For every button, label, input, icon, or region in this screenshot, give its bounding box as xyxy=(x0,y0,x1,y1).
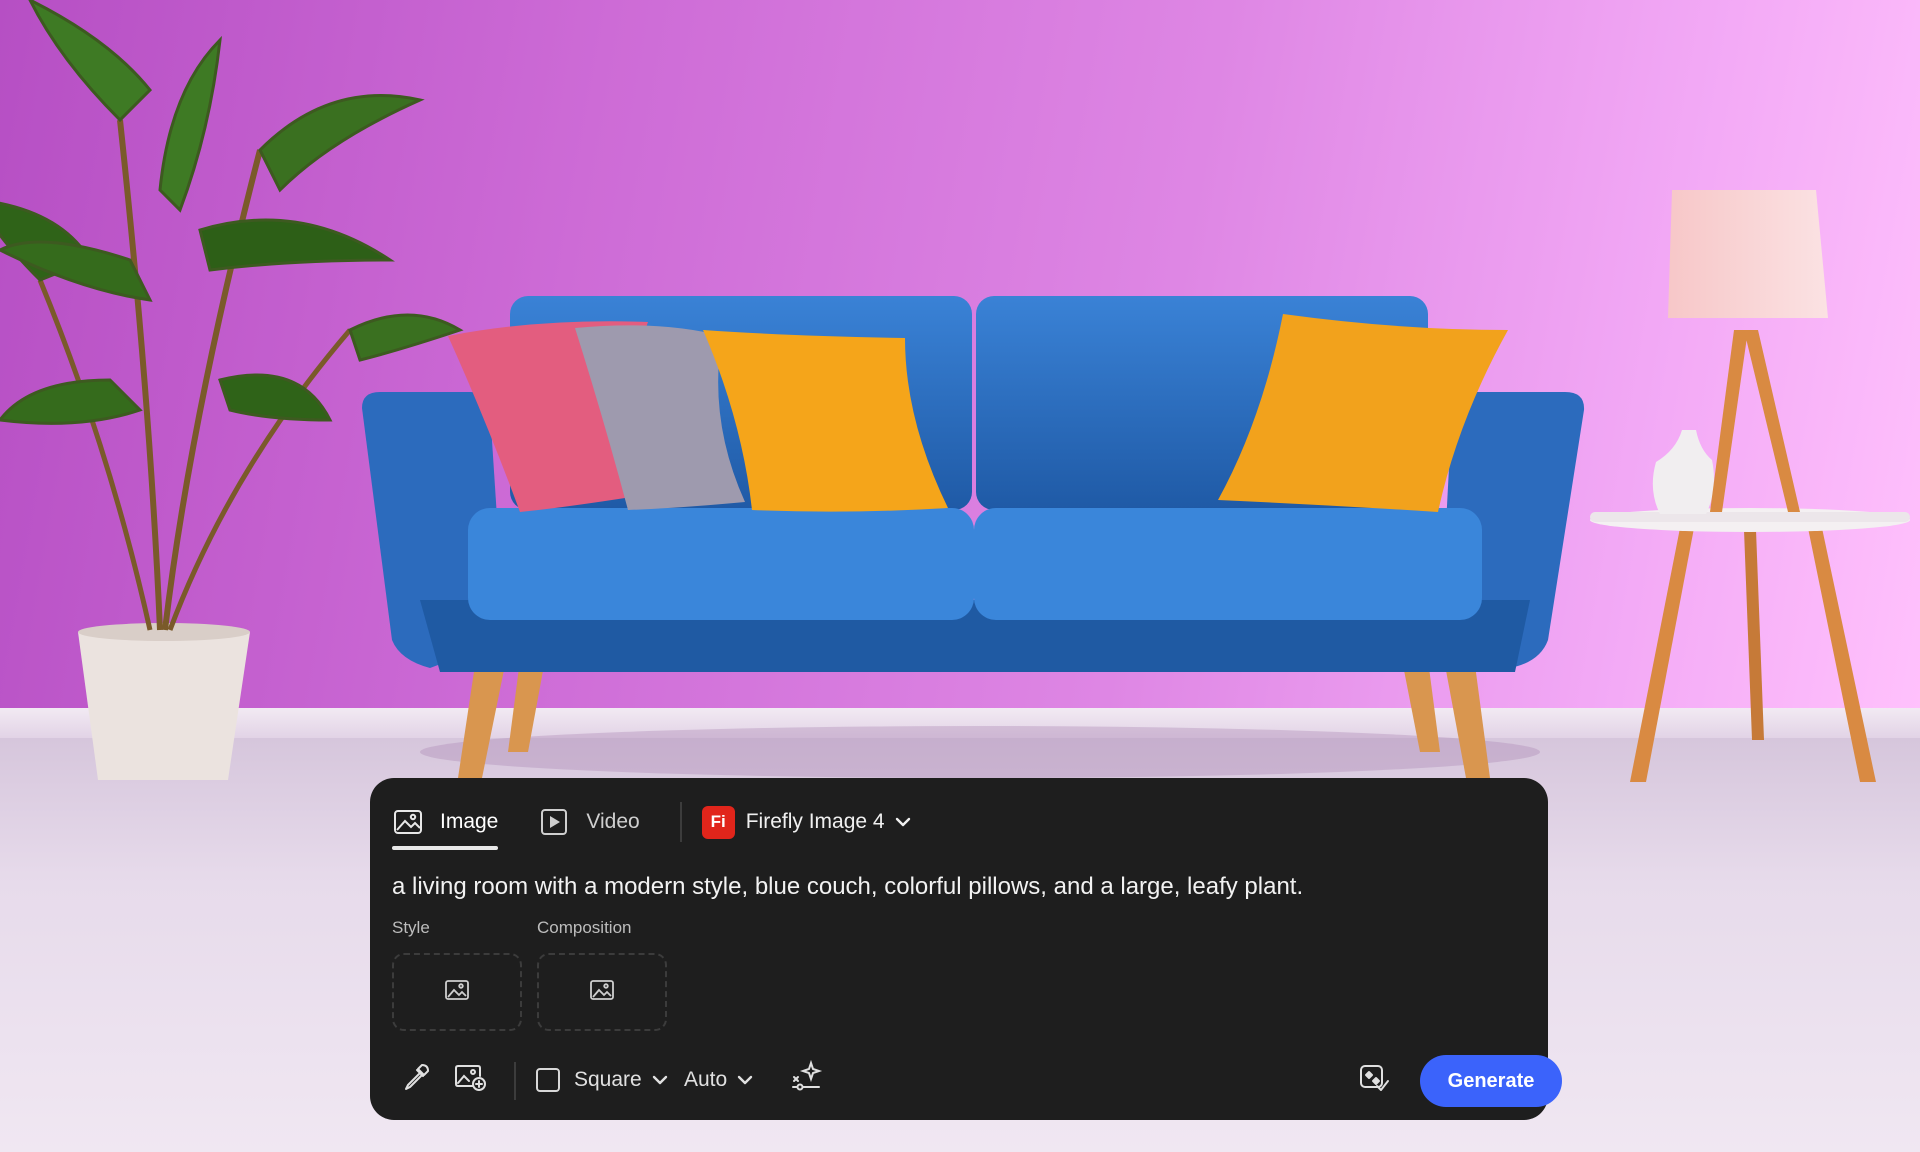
effects-button[interactable] xyxy=(786,1056,826,1104)
prompt-input[interactable]: a living room with a modern style, blue … xyxy=(392,870,1512,904)
generate-button[interactable]: Generate xyxy=(1420,1055,1562,1107)
toolbar-divider xyxy=(514,1062,516,1100)
chevron-down-icon xyxy=(650,1070,670,1090)
tab-image-label: Image xyxy=(440,810,499,833)
image-placeholder-icon xyxy=(589,979,615,1006)
content-credentials-button[interactable] xyxy=(1352,1056,1396,1104)
aspect-ratio-dropdown[interactable]: Square xyxy=(536,1056,670,1104)
style-auto-dropdown[interactable]: Auto xyxy=(684,1056,755,1104)
couch-shadow xyxy=(420,726,1540,778)
bottom-toolbar: Square Auto Generate xyxy=(392,1055,1562,1107)
model-selector[interactable]: Fi Firefly Image 4 xyxy=(701,805,913,839)
style-auto-label: Auto xyxy=(684,1068,728,1091)
eyedropper-icon xyxy=(400,1061,432,1099)
chevron-down-icon xyxy=(893,812,913,832)
chevron-down-icon xyxy=(735,1070,755,1090)
image-placeholder-icon xyxy=(444,979,470,1006)
composition-label: Composition xyxy=(537,918,632,937)
sparkle-settings-icon xyxy=(789,1059,823,1100)
video-play-icon xyxy=(538,806,570,838)
style-label: Style xyxy=(392,918,430,937)
plant-pot xyxy=(78,632,250,780)
mode-tabs: Image Video Fi Firefly Image 4 xyxy=(392,792,913,852)
seat-cushion-left xyxy=(468,508,974,620)
model-label: Firefly Image 4 xyxy=(745,810,885,833)
add-image-icon xyxy=(453,1061,487,1099)
content-credentials-icon xyxy=(1358,1061,1390,1099)
tab-image[interactable]: Image xyxy=(392,794,499,850)
side-table xyxy=(1590,508,1910,782)
prompt-panel: Image Video Fi Firefly Image 4 a living … xyxy=(370,778,1562,1120)
square-aspect-icon xyxy=(536,1068,560,1092)
style-reference-upload[interactable] xyxy=(392,953,522,1031)
tabs-divider xyxy=(679,802,682,842)
image-icon xyxy=(392,806,424,838)
aspect-ratio-label: Square xyxy=(574,1068,642,1091)
composition-reference-upload[interactable] xyxy=(537,953,667,1031)
firefly-logo: Fi xyxy=(701,805,735,839)
tab-video-label: Video xyxy=(586,810,640,833)
seat-cushion-right xyxy=(974,508,1482,620)
tab-video[interactable]: Video xyxy=(538,794,640,850)
eyedropper-button[interactable] xyxy=(392,1056,440,1104)
add-image-button[interactable] xyxy=(446,1056,494,1104)
vase xyxy=(1652,430,1714,514)
